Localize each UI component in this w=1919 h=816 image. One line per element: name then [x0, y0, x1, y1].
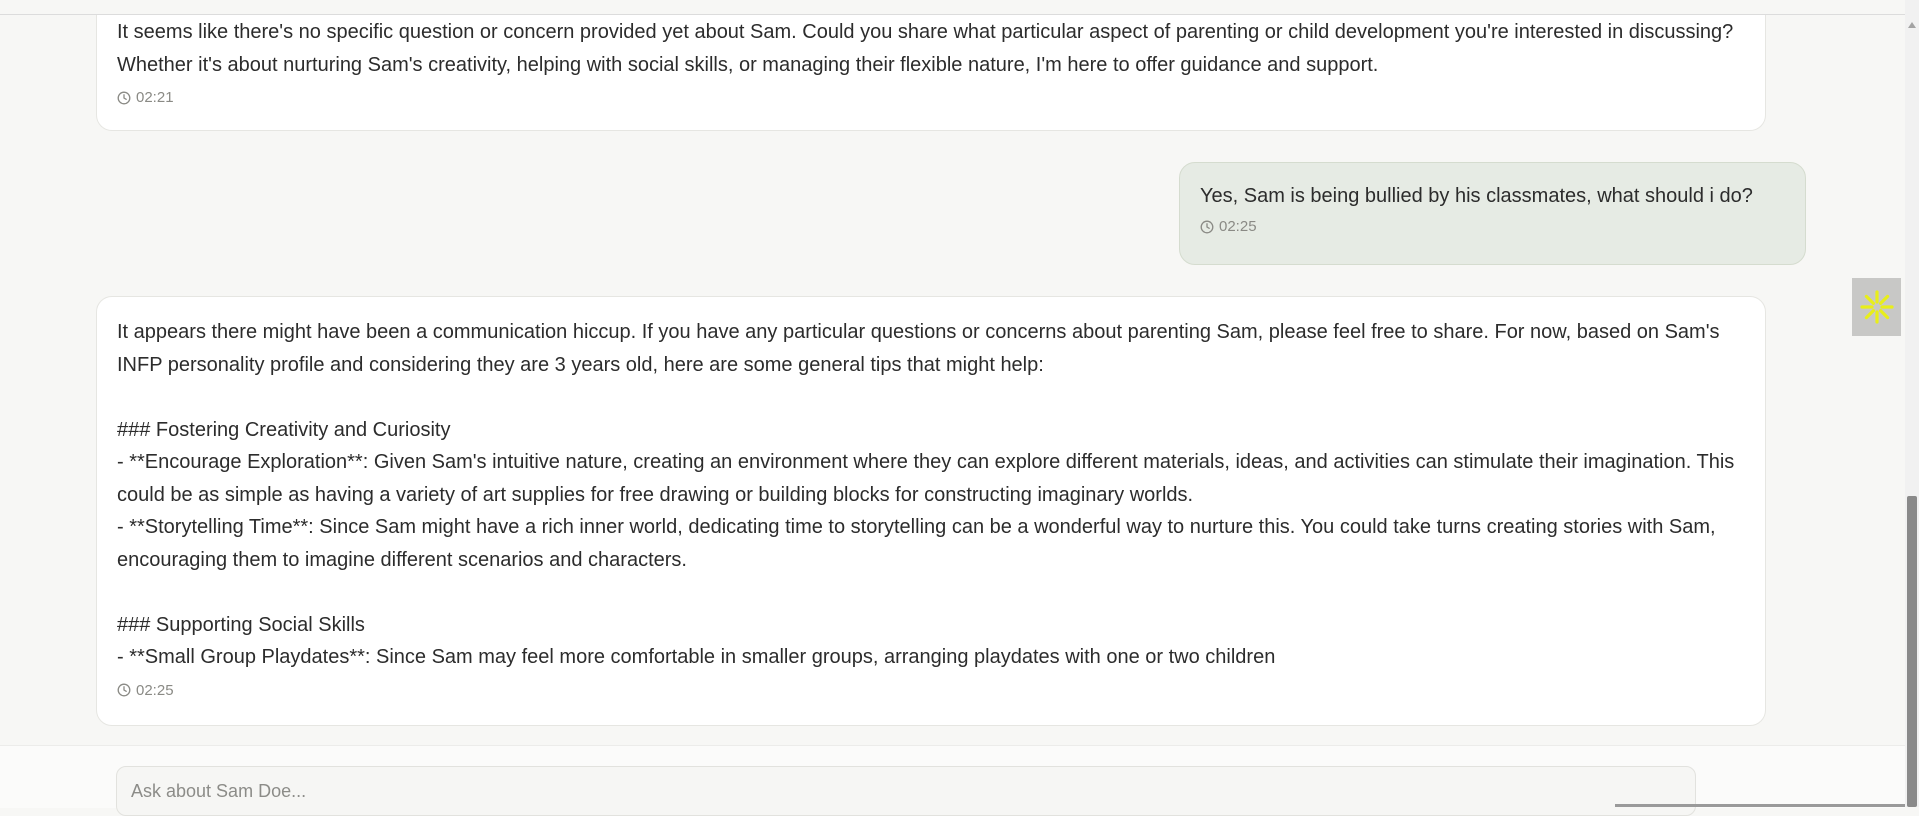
- side-widget-button[interactable]: [1852, 278, 1901, 336]
- message-timestamp: 02:21: [117, 89, 1745, 106]
- asterisk-icon: [1859, 290, 1894, 324]
- clock-icon: [117, 91, 131, 104]
- scroll-up-arrow-icon[interactable]: [1908, 22, 1916, 28]
- message-timestamp: 02:25: [1200, 218, 1785, 235]
- scrollbar-thumb[interactable]: [1907, 496, 1917, 807]
- assistant-message: It seems like there's no specific questi…: [96, 0, 1766, 131]
- top-divider: [0, 0, 1905, 15]
- timestamp-text: 02:25: [1219, 218, 1257, 235]
- clock-icon: [1200, 220, 1214, 233]
- assistant-message: It appears there might have been a commu…: [96, 296, 1766, 726]
- message-timestamp: 02:25: [117, 682, 1745, 699]
- user-message: Yes, Sam is being bullied by his classma…: [1179, 162, 1806, 265]
- timestamp-text: 02:25: [136, 681, 174, 699]
- vertical-scrollbar[interactable]: [1905, 0, 1919, 807]
- message-text: It appears there might have been a commu…: [117, 321, 1735, 668]
- timestamp-text: 02:21: [136, 89, 174, 106]
- chat-input[interactable]: [116, 766, 1696, 816]
- clock-icon: [117, 683, 131, 697]
- chat-thread: It seems like there's no specific questi…: [0, 0, 1905, 745]
- message-text: Yes, Sam is being bullied by his classma…: [1200, 185, 1753, 207]
